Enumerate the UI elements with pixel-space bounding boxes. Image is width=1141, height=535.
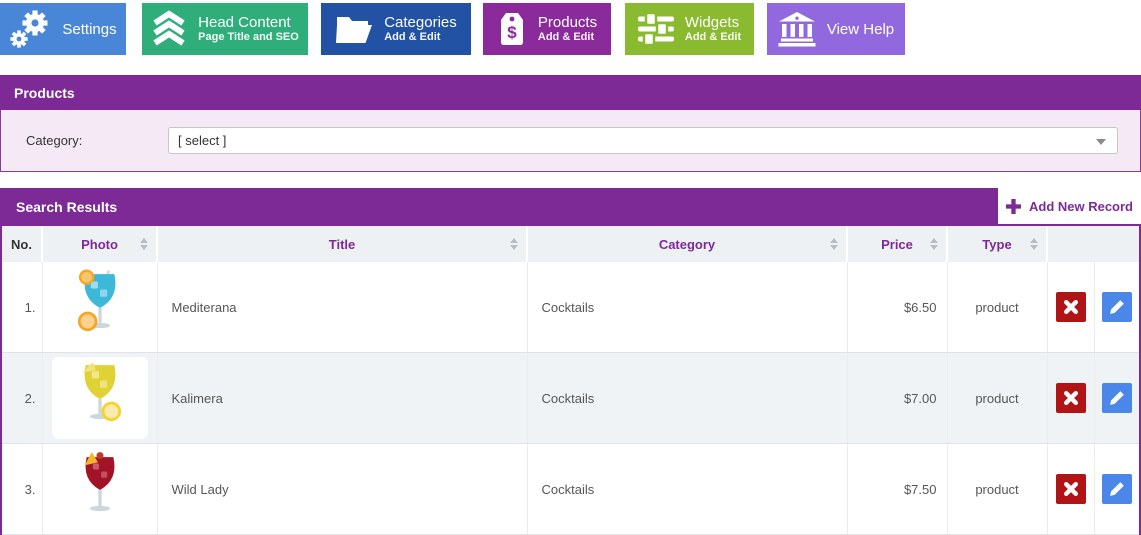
cross-icon (1063, 481, 1079, 497)
gears-icon (9, 8, 51, 50)
chevron-down-icon (1096, 139, 1106, 145)
head-content-button-subtitle: Page Title and SEO (198, 31, 299, 44)
product-title: Mediterana (157, 262, 527, 353)
table-row: 1. (2, 262, 1139, 353)
column-header-no: No. (2, 226, 42, 262)
category-select[interactable]: [ select ] (168, 127, 1118, 154)
head-content-button-label: Head Content (198, 14, 299, 31)
product-price: $6.50 (847, 262, 947, 353)
search-results-title: Search Results (0, 199, 117, 215)
delete-button[interactable] (1056, 474, 1086, 504)
sort-icon (830, 238, 838, 250)
products-panel-body: Category: [ select ] (0, 110, 1141, 172)
widgets-button-label: Widgets (685, 14, 741, 31)
sort-icon (510, 238, 518, 250)
row-number: 3. (2, 444, 42, 535)
categories-button[interactable]: Categories Add & Edit (321, 3, 471, 55)
settings-button-label: Settings (62, 21, 116, 38)
column-header-photo[interactable]: Photo (42, 226, 157, 262)
edit-button[interactable] (1102, 292, 1132, 322)
products-button-label: Products (538, 14, 597, 31)
edit-button[interactable] (1102, 383, 1132, 413)
pencil-icon (1109, 299, 1125, 315)
delete-button[interactable] (1056, 383, 1086, 413)
category-select-value: [ select ] (178, 133, 226, 148)
sort-icon (1030, 238, 1038, 250)
plus-icon (1006, 199, 1021, 214)
view-help-button[interactable]: View Help (767, 3, 905, 55)
table-row: 2. (2, 353, 1139, 444)
row-number: 2. (2, 353, 42, 444)
pencil-icon (1109, 390, 1125, 406)
products-button[interactable]: $ Products Add & Edit (483, 3, 611, 55)
products-panel-header: Products (0, 75, 1141, 110)
product-type: product (947, 444, 1047, 535)
widgets-button[interactable]: Widgets Add & Edit (625, 3, 754, 55)
product-type: product (947, 353, 1047, 444)
category-label: Category: (26, 133, 168, 148)
product-photo (52, 357, 148, 439)
open-folder-icon (335, 13, 373, 45)
product-category: Cocktails (527, 444, 847, 535)
product-title: Kalimera (157, 353, 527, 444)
row-number: 1. (2, 262, 42, 353)
product-price: $7.00 (847, 353, 947, 444)
column-header-title[interactable]: Title (157, 226, 527, 262)
bank-icon (778, 11, 816, 47)
add-new-record-button[interactable]: Add New Record (998, 188, 1141, 224)
product-title: Wild Lady (157, 444, 527, 535)
delete-button[interactable] (1056, 292, 1086, 322)
products-panel: Products Category: [ select ] (0, 75, 1141, 172)
column-header-delete (1047, 226, 1094, 262)
column-header-category[interactable]: Category (527, 226, 847, 262)
sort-icon (140, 238, 148, 250)
table-row: 3. (2, 444, 1139, 535)
product-photo (52, 448, 148, 530)
settings-button[interactable]: Settings (0, 3, 126, 55)
products-button-subtitle: Add & Edit (538, 31, 597, 44)
pencil-icon (1109, 481, 1125, 497)
svg-text:$: $ (507, 23, 517, 42)
product-category: Cocktails (527, 353, 847, 444)
categories-button-label: Categories (384, 14, 457, 31)
product-type: product (947, 262, 1047, 353)
search-results-panel: Search Results Add New Record No. Photo … (0, 188, 1141, 535)
column-header-price[interactable]: Price (847, 226, 947, 262)
widgets-button-subtitle: Add & Edit (685, 31, 741, 44)
toolbar: Settings Head Content Page Title and SEO… (0, 0, 1141, 55)
price-tag-icon: $ (497, 11, 527, 47)
categories-button-subtitle: Add & Edit (384, 31, 457, 44)
double-chevron-up-icon (151, 10, 187, 48)
search-results-header: Search Results Add New Record (0, 188, 1141, 226)
view-help-button-label: View Help (827, 21, 894, 38)
product-category: Cocktails (527, 262, 847, 353)
table-header-row: No. Photo Title Category Price Type (2, 226, 1139, 262)
add-new-record-label: Add New Record (1029, 199, 1133, 214)
cross-icon (1063, 299, 1079, 315)
cross-icon (1063, 390, 1079, 406)
product-price: $7.50 (847, 444, 947, 535)
sliders-icon (638, 12, 674, 46)
head-content-button[interactable]: Head Content Page Title and SEO (142, 3, 308, 55)
column-header-edit (1094, 226, 1139, 262)
sort-icon (930, 238, 938, 250)
products-panel-title: Products (14, 85, 75, 101)
edit-button[interactable] (1102, 474, 1132, 504)
results-table: No. Photo Title Category Price Type 1. (0, 226, 1141, 535)
product-photo (52, 266, 148, 348)
column-header-type[interactable]: Type (947, 226, 1047, 262)
